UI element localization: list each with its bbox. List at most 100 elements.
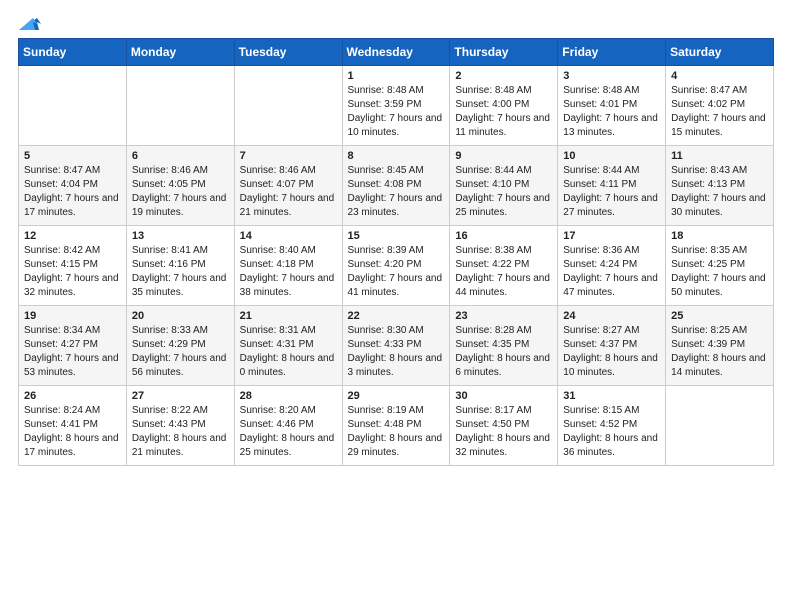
day-number: 11 <box>671 150 768 162</box>
calendar-cell: 14 Sunrise: 8:40 AMSunset: 4:18 PMDayligh… <box>234 226 342 306</box>
day-number: 24 <box>563 310 660 322</box>
calendar-cell: 22 Sunrise: 8:30 AMSunset: 4:33 PMDayligh… <box>342 306 450 386</box>
calendar-cell: 28 Sunrise: 8:20 AMSunset: 4:46 PMDayligh… <box>234 386 342 466</box>
day-info: Sunrise: 8:42 AMSunset: 4:15 PMDaylight:… <box>24 245 119 298</box>
calendar-cell: 12 Sunrise: 8:42 AMSunset: 4:15 PMDayligh… <box>19 226 127 306</box>
weekday-header-monday: Monday <box>126 39 234 66</box>
weekday-header-thursday: Thursday <box>450 39 558 66</box>
day-info: Sunrise: 8:28 AMSunset: 4:35 PMDaylight:… <box>455 325 550 378</box>
day-info: Sunrise: 8:22 AMSunset: 4:43 PMDaylight:… <box>132 405 227 458</box>
calendar-cell: 25 Sunrise: 8:25 AMSunset: 4:39 PMDayligh… <box>666 306 774 386</box>
calendar-cell: 11 Sunrise: 8:43 AMSunset: 4:13 PMDayligh… <box>666 146 774 226</box>
day-number: 5 <box>24 150 121 162</box>
calendar-cell: 5Sunrise: 8:47 AMSunset: 4:04 PMDaylight… <box>19 146 127 226</box>
calendar-week-1: 1 Sunrise: 8:48 AMSunset: 3:59 PMDaylight… <box>19 66 774 146</box>
day-number: 25 <box>671 310 768 322</box>
calendar-cell: 3 Sunrise: 8:48 AMSunset: 4:01 PMDaylight… <box>558 66 666 146</box>
day-number: 12 <box>24 230 121 242</box>
day-number: 23 <box>455 310 552 322</box>
day-number: 7 <box>240 150 337 162</box>
day-info: Sunrise: 8:47 AMSunset: 4:02 PMDaylight:… <box>671 85 766 138</box>
weekday-header-sunday: Sunday <box>19 39 127 66</box>
day-number: 13 <box>132 230 229 242</box>
day-info: Sunrise: 8:48 AMSunset: 3:59 PMDaylight:… <box>348 85 443 138</box>
day-info: Sunrise: 8:48 AMSunset: 4:00 PMDaylight:… <box>455 85 550 138</box>
weekday-header-wednesday: Wednesday <box>342 39 450 66</box>
day-number: 31 <box>563 390 660 402</box>
calendar-week-3: 12 Sunrise: 8:42 AMSunset: 4:15 PMDayligh… <box>19 226 774 306</box>
day-number: 2 <box>455 70 552 82</box>
calendar-cell: 9 Sunrise: 8:44 AMSunset: 4:10 PMDaylight… <box>450 146 558 226</box>
day-number: 18 <box>671 230 768 242</box>
day-info: Sunrise: 8:34 AMSunset: 4:27 PMDaylight:… <box>24 325 119 378</box>
calendar-week-2: 5Sunrise: 8:47 AMSunset: 4:04 PMDaylight… <box>19 146 774 226</box>
page: SundayMondayTuesdayWednesdayThursdayFrid… <box>0 0 792 612</box>
weekday-header-tuesday: Tuesday <box>234 39 342 66</box>
day-number: 6 <box>132 150 229 162</box>
calendar-cell: 4 Sunrise: 8:47 AMSunset: 4:02 PMDaylight… <box>666 66 774 146</box>
day-number: 9 <box>455 150 552 162</box>
calendar-cell <box>666 386 774 466</box>
day-info: Sunrise: 8:43 AMSunset: 4:13 PMDaylight:… <box>671 165 766 218</box>
calendar-week-4: 19 Sunrise: 8:34 AMSunset: 4:27 PMDayligh… <box>19 306 774 386</box>
calendar-cell: 24 Sunrise: 8:27 AMSunset: 4:37 PMDayligh… <box>558 306 666 386</box>
calendar-cell: 17 Sunrise: 8:36 AMSunset: 4:24 PMDayligh… <box>558 226 666 306</box>
calendar-table: SundayMondayTuesdayWednesdayThursdayFrid… <box>18 38 774 466</box>
calendar-cell: 19 Sunrise: 8:34 AMSunset: 4:27 PMDayligh… <box>19 306 127 386</box>
day-number: 10 <box>563 150 660 162</box>
calendar-cell: 26Sunrise: 8:24 AMSunset: 4:41 PMDayligh… <box>19 386 127 466</box>
day-info: Sunrise: 8:39 AMSunset: 4:20 PMDaylight:… <box>348 245 443 298</box>
day-number: 3 <box>563 70 660 82</box>
day-number: 29 <box>348 390 445 402</box>
day-number: 4 <box>671 70 768 82</box>
calendar-cell: 20 Sunrise: 8:33 AMSunset: 4:29 PMDayligh… <box>126 306 234 386</box>
calendar-cell: 21 Sunrise: 8:31 AMSunset: 4:31 PMDayligh… <box>234 306 342 386</box>
calendar-cell: 27 Sunrise: 8:22 AMSunset: 4:43 PMDayligh… <box>126 386 234 466</box>
calendar-cell: 1 Sunrise: 8:48 AMSunset: 3:59 PMDaylight… <box>342 66 450 146</box>
day-number: 15 <box>348 230 445 242</box>
calendar-cell <box>126 66 234 146</box>
day-info: Sunrise: 8:20 AMSunset: 4:46 PMDaylight:… <box>240 405 335 458</box>
calendar-cell: 7Sunrise: 8:46 AMSunset: 4:07 PMDaylight… <box>234 146 342 226</box>
day-number: 17 <box>563 230 660 242</box>
calendar-cell: 8Sunrise: 8:45 AMSunset: 4:08 PMDaylight… <box>342 146 450 226</box>
day-number: 14 <box>240 230 337 242</box>
day-info: Sunrise: 8:31 AMSunset: 4:31 PMDaylight:… <box>240 325 335 378</box>
day-info: Sunrise: 8:19 AMSunset: 4:48 PMDaylight:… <box>348 405 443 458</box>
calendar-header-row: SundayMondayTuesdayWednesdayThursdayFrid… <box>19 39 774 66</box>
day-info: Sunrise: 8:27 AMSunset: 4:37 PMDaylight:… <box>563 325 658 378</box>
day-info: Sunrise: 8:15 AMSunset: 4:52 PMDaylight:… <box>563 405 658 458</box>
calendar-cell: 10 Sunrise: 8:44 AMSunset: 4:11 PMDayligh… <box>558 146 666 226</box>
day-number: 28 <box>240 390 337 402</box>
day-info: Sunrise: 8:45 AMSunset: 4:08 PMDaylight:… <box>348 165 443 218</box>
day-info: Sunrise: 8:30 AMSunset: 4:33 PMDaylight:… <box>348 325 443 378</box>
calendar-cell: 6Sunrise: 8:46 AMSunset: 4:05 PMDaylight… <box>126 146 234 226</box>
day-number: 21 <box>240 310 337 322</box>
calendar-cell: 16 Sunrise: 8:38 AMSunset: 4:22 PMDayligh… <box>450 226 558 306</box>
calendar-cell: 23 Sunrise: 8:28 AMSunset: 4:35 PMDayligh… <box>450 306 558 386</box>
calendar-cell: 15 Sunrise: 8:39 AMSunset: 4:20 PMDayligh… <box>342 226 450 306</box>
day-info: Sunrise: 8:24 AMSunset: 4:41 PMDaylight:… <box>24 405 119 458</box>
day-number: 16 <box>455 230 552 242</box>
day-number: 22 <box>348 310 445 322</box>
calendar-cell <box>234 66 342 146</box>
day-info: Sunrise: 8:25 AMSunset: 4:39 PMDaylight:… <box>671 325 766 378</box>
day-info: Sunrise: 8:44 AMSunset: 4:10 PMDaylight:… <box>455 165 550 218</box>
day-info: Sunrise: 8:41 AMSunset: 4:16 PMDaylight:… <box>132 245 227 298</box>
calendar-cell <box>19 66 127 146</box>
weekday-header-saturday: Saturday <box>666 39 774 66</box>
calendar-cell: 29 Sunrise: 8:19 AMSunset: 4:48 PMDayligh… <box>342 386 450 466</box>
day-info: Sunrise: 8:40 AMSunset: 4:18 PMDaylight:… <box>240 245 335 298</box>
calendar-cell: 2 Sunrise: 8:48 AMSunset: 4:00 PMDaylight… <box>450 66 558 146</box>
day-info: Sunrise: 8:44 AMSunset: 4:11 PMDaylight:… <box>563 165 658 218</box>
day-info: Sunrise: 8:36 AMSunset: 4:24 PMDaylight:… <box>563 245 658 298</box>
day-number: 20 <box>132 310 229 322</box>
calendar-cell: 13 Sunrise: 8:41 AMSunset: 4:16 PMDayligh… <box>126 226 234 306</box>
day-number: 1 <box>348 70 445 82</box>
day-info: Sunrise: 8:48 AMSunset: 4:01 PMDaylight:… <box>563 85 658 138</box>
day-info: Sunrise: 8:33 AMSunset: 4:29 PMDaylight:… <box>132 325 227 378</box>
day-number: 19 <box>24 310 121 322</box>
day-info: Sunrise: 8:38 AMSunset: 4:22 PMDaylight:… <box>455 245 550 298</box>
calendar-week-5: 26Sunrise: 8:24 AMSunset: 4:41 PMDayligh… <box>19 386 774 466</box>
day-number: 27 <box>132 390 229 402</box>
